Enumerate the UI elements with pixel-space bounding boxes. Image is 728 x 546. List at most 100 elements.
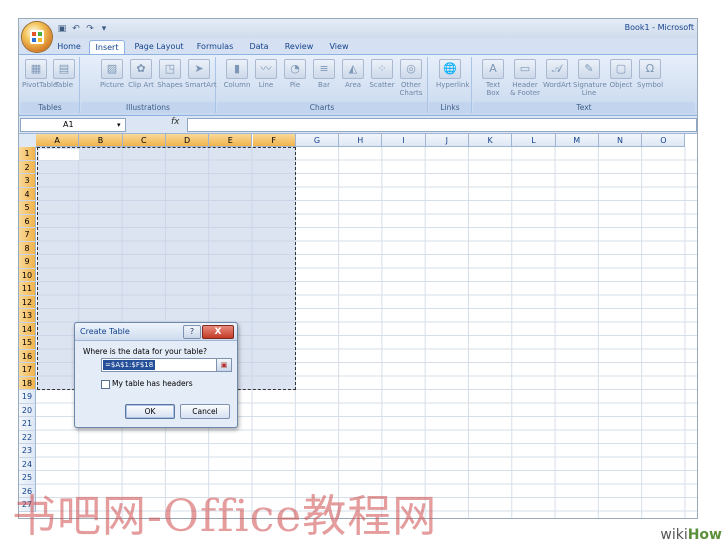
smartart-button[interactable]: ➤ SmartArt <box>185 59 217 89</box>
table-icon: ▤ <box>53 59 75 79</box>
column-header[interactable]: H <box>339 134 383 147</box>
group-links: 🌐 Hyperlink Links <box>429 57 472 113</box>
name-box[interactable]: A1 ▾ <box>20 118 126 132</box>
watermark-text: 书吧网-Office教程网 <box>12 491 438 542</box>
signature-line-button[interactable]: ✎ Signature Line <box>573 59 607 97</box>
bar-chart-button[interactable]: ≡ Bar <box>310 59 338 89</box>
save-icon[interactable]: ▣ <box>57 24 67 34</box>
column-header[interactable]: B <box>79 134 123 147</box>
clip-art-button[interactable]: ✿ Clip Art <box>127 59 155 89</box>
tab-formulas[interactable]: Formulas <box>193 40 237 53</box>
row-header[interactable]: 9 <box>19 255 36 269</box>
undo-icon[interactable]: ↶ <box>71 24 81 34</box>
select-all-corner[interactable] <box>19 134 37 148</box>
row-header[interactable]: 5 <box>19 201 36 215</box>
pivottable-button[interactable]: ▦ PivotTable <box>22 59 57 89</box>
cancel-button[interactable]: Cancel <box>180 404 230 419</box>
object-button[interactable]: ▢ Object <box>607 59 635 89</box>
column-header[interactable]: D <box>165 134 210 147</box>
headers-checkbox[interactable] <box>101 380 110 389</box>
row-header[interactable]: 24 <box>19 457 36 471</box>
column-header[interactable]: K <box>469 134 513 147</box>
text-box-button[interactable]: A Text Box <box>479 59 507 97</box>
tab-page-layout[interactable]: Page Layout <box>131 40 187 53</box>
smartart-icon: ➤ <box>188 59 210 79</box>
excel-window: ▣ ↶ ↷ ▾ Book1 - Microsoft Home Insert Pa… <box>19 19 697 518</box>
tab-view[interactable]: View <box>325 40 353 53</box>
table-button[interactable]: ▤ Table <box>50 59 78 89</box>
row-header[interactable]: 7 <box>19 228 36 242</box>
row-header[interactable]: 22 <box>19 430 36 444</box>
column-header[interactable]: A <box>36 134 80 147</box>
column-header[interactable]: N <box>598 134 643 147</box>
wordart-button[interactable]: 𝒜 WordArt <box>543 59 571 89</box>
row-header[interactable]: 16 <box>19 349 36 363</box>
row-header[interactable]: 10 <box>19 268 36 282</box>
symbol-button[interactable]: Ω Symbol <box>636 59 664 89</box>
row-header[interactable]: 23 <box>19 444 36 458</box>
tab-data[interactable]: Data <box>245 40 273 53</box>
area-chart-button[interactable]: ◭ Area <box>339 59 367 89</box>
office-button[interactable] <box>22 22 52 52</box>
row-header[interactable]: 6 <box>19 214 36 228</box>
headers-checkbox-label[interactable]: My table has headers <box>112 379 193 388</box>
row-header[interactable]: 11 <box>19 282 36 296</box>
window-title: Book1 - Microsoft <box>624 23 694 32</box>
row-header[interactable]: 19 <box>19 390 36 404</box>
row-header[interactable]: 17 <box>19 363 36 377</box>
column-header[interactable]: L <box>512 134 556 147</box>
row-header[interactable]: 13 <box>19 309 36 323</box>
pie-chart-button[interactable]: ◔ Pie <box>281 59 309 89</box>
column-header[interactable]: M <box>555 134 599 147</box>
column-header[interactable]: I <box>382 134 426 147</box>
formula-input[interactable] <box>187 118 697 132</box>
column-header[interactable]: E <box>209 134 253 147</box>
tab-review[interactable]: Review <box>281 40 317 53</box>
line-chart-icon: 〰 <box>255 59 277 79</box>
close-button[interactable]: X <box>202 325 234 339</box>
row-header[interactable]: 3 <box>19 174 36 188</box>
column-header[interactable]: F <box>252 134 296 147</box>
column-header[interactable]: J <box>425 134 469 147</box>
row-header[interactable]: 15 <box>19 336 36 350</box>
row-header[interactable]: 4 <box>19 187 36 201</box>
tab-insert[interactable]: Insert <box>89 40 125 54</box>
shapes-button[interactable]: ◳ Shapes <box>156 59 184 89</box>
picture-button[interactable]: ▨ Picture <box>98 59 126 89</box>
column-chart-button[interactable]: ▮ Column <box>223 59 251 89</box>
row-header[interactable]: 18 <box>19 376 36 390</box>
title-bar: ▣ ↶ ↷ ▾ Book1 - Microsoft <box>19 19 697 52</box>
worksheet-grid[interactable]: ABCDEFGHIJKLMNO 1 2 3 4 5 6 7 8 9 10 11 12 13 14 15 16 1… <box>19 134 697 518</box>
group-text: A Text Box ▭ Header & Footer 𝒜 WordArt ✎ Sig… <box>473 57 695 113</box>
row-header[interactable]: 20 <box>19 403 36 417</box>
insert-function-icon[interactable]: fx <box>171 117 180 127</box>
ok-button[interactable]: OK <box>125 404 175 419</box>
shapes-icon: ◳ <box>159 59 181 79</box>
tab-home[interactable]: Home <box>55 40 83 53</box>
row-header[interactable]: 21 <box>19 417 36 431</box>
name-box-dropdown-icon[interactable]: ▾ <box>117 119 121 131</box>
bar-chart-icon: ≡ <box>313 59 335 79</box>
row-header[interactable]: 1 <box>19 147 36 161</box>
column-header[interactable]: C <box>122 134 166 147</box>
qat-dropdown-icon[interactable]: ▾ <box>99 24 109 34</box>
header-footer-button[interactable]: ▭ Header & Footer <box>509 59 541 97</box>
redo-icon[interactable]: ↷ <box>85 24 95 34</box>
row-header[interactable]: 8 <box>19 241 36 255</box>
help-button[interactable]: ? <box>183 325 201 339</box>
symbol-icon: Ω <box>639 59 661 79</box>
other-charts-button[interactable]: ◎ Other Charts <box>397 59 425 97</box>
pivottable-icon: ▦ <box>25 59 47 79</box>
column-header[interactable]: O <box>642 134 686 147</box>
row-header[interactable]: 2 <box>19 160 36 174</box>
row-header[interactable]: 14 <box>19 322 36 336</box>
hyperlink-button[interactable]: 🌐 Hyperlink <box>436 59 469 89</box>
collapse-dialog-icon[interactable]: ▣ <box>216 358 232 372</box>
active-cell[interactable] <box>39 149 79 160</box>
column-header[interactable]: G <box>295 134 340 147</box>
scatter-chart-button[interactable]: ⁘ Scatter <box>368 59 396 89</box>
range-input[interactable]: =$A$1:$F$18 <box>101 358 217 372</box>
picture-icon: ▨ <box>101 59 123 79</box>
row-header[interactable]: 12 <box>19 295 36 309</box>
line-chart-button[interactable]: 〰 Line <box>252 59 280 89</box>
